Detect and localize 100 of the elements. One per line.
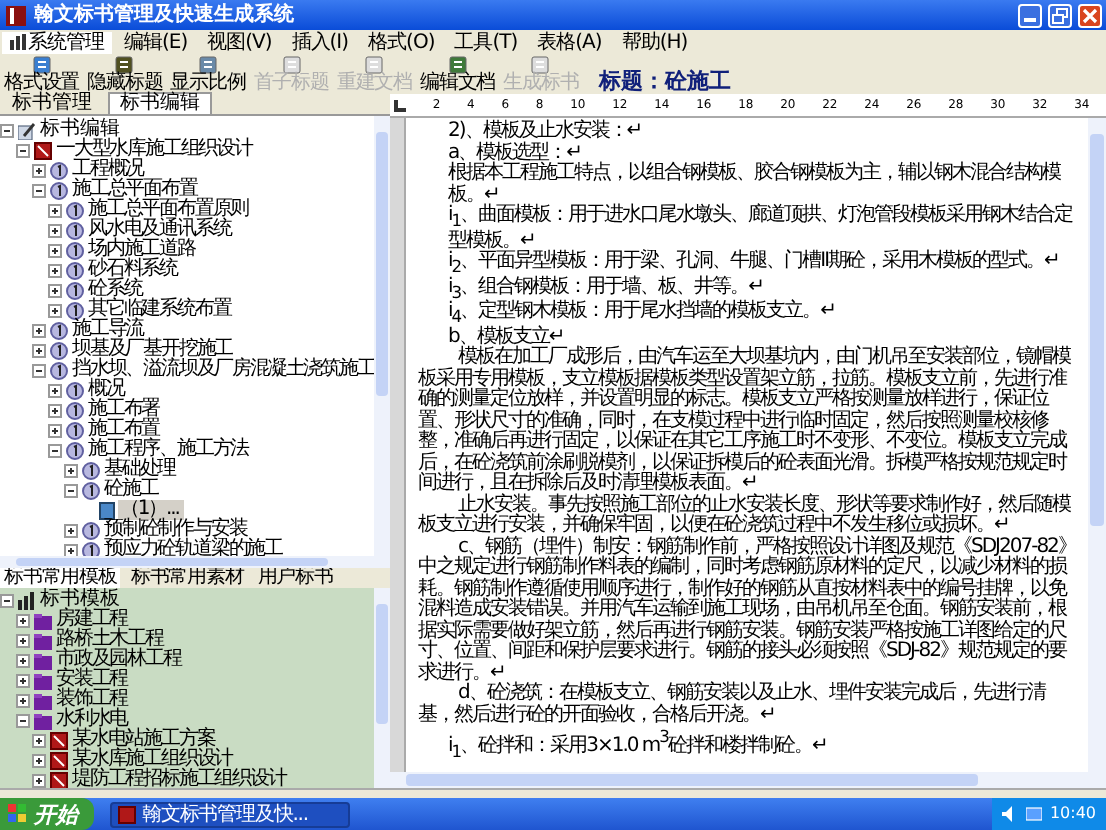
tree-item[interactable]: 路桥土木工程	[54, 630, 169, 650]
tree-item[interactable]: 场内施工道路	[86, 240, 201, 260]
expand-toggle[interactable]	[48, 283, 62, 297]
expand-toggle[interactable]	[32, 343, 46, 357]
numbered-circle-icon	[82, 461, 100, 479]
bar-chart-icon	[10, 34, 26, 50]
book-icon	[4, 3, 28, 27]
menu-item[interactable]: 帮助(H)	[613, 31, 696, 53]
expand-toggle[interactable]	[32, 323, 46, 337]
clock: 10:40	[1049, 804, 1096, 824]
speaker-icon[interactable]	[1001, 806, 1018, 822]
toolbar-button[interactable]: 显示比例	[170, 56, 246, 94]
tree-item[interactable]: 施工布置	[86, 420, 166, 440]
close-button[interactable]	[1078, 3, 1102, 27]
tree-item[interactable]: 基础处理	[102, 460, 182, 480]
tree-item[interactable]: 工程概况	[70, 160, 150, 180]
menu-item[interactable]: 表格(A)	[529, 31, 610, 53]
tree-item[interactable]: 其它临建系统布置	[86, 300, 237, 320]
minimize-button[interactable]	[1018, 3, 1042, 27]
expand-toggle[interactable]	[48, 203, 62, 217]
toolbar-button[interactable]: 编辑文档	[420, 56, 496, 94]
tree-item[interactable]: 坝基及厂基开挖施工	[70, 340, 239, 360]
expand-toggle[interactable]	[64, 543, 78, 556]
expand-toggle[interactable]	[32, 363, 46, 377]
expand-toggle[interactable]	[16, 613, 30, 627]
page-icon	[198, 56, 219, 74]
tree-item[interactable]: 施工布署	[86, 400, 166, 420]
menu-item[interactable]: 工具(T)	[446, 31, 526, 53]
toolbar-button[interactable]: 格式设置	[4, 56, 80, 94]
expand-toggle[interactable]	[64, 523, 78, 537]
expand-toggle[interactable]	[48, 243, 62, 257]
scrollbar[interactable]	[1088, 118, 1106, 772]
numbered-circle-icon	[66, 241, 84, 259]
menu-item[interactable]: 视图(V)	[199, 31, 280, 53]
tree-item[interactable]: 挡水坝、溢流坝及厂房混凝土浇筑施工	[70, 360, 374, 380]
tree-item[interactable]: 某水库施工组织设计	[70, 750, 239, 770]
expand-toggle[interactable]	[64, 463, 78, 477]
expand-toggle[interactable]	[32, 733, 46, 747]
tree-item[interactable]: 某水电站施工方案	[70, 730, 221, 750]
expand-toggle[interactable]	[64, 483, 78, 497]
tree-item[interactable]: 市政及园林工程	[54, 650, 187, 670]
expand-toggle[interactable]	[48, 383, 62, 397]
scrollbar[interactable]	[390, 772, 1106, 788]
paragraph: a、模板选型：↵	[446, 143, 582, 163]
tree-item[interactable]: 安装工程	[54, 670, 134, 690]
tree-item[interactable]: 施工总平面布置	[70, 180, 203, 200]
expand-toggle[interactable]	[16, 713, 30, 727]
page-icon	[530, 56, 551, 74]
toolbar-button[interactable]: 隐藏标题	[87, 56, 163, 94]
tree-item[interactable]: 装饰工程	[54, 690, 134, 710]
expand-toggle[interactable]	[48, 443, 62, 457]
tab-stop-icon[interactable]	[394, 99, 406, 111]
tree-item[interactable]: 房建工程	[54, 610, 134, 630]
menu-item[interactable]: 编辑(E)	[116, 31, 196, 53]
expand-toggle[interactable]	[32, 753, 46, 767]
expand-toggle[interactable]	[48, 423, 62, 437]
panel-tab[interactable]: 标书编辑	[108, 92, 212, 114]
scrollbar[interactable]	[374, 116, 390, 556]
menu-item[interactable]: 系统管理	[2, 31, 112, 53]
start-button[interactable]: 开始	[0, 798, 94, 830]
paragraph: i$_{3}$、组合钢模板：用于墙、板、井等。↵	[446, 277, 763, 301]
tree-item[interactable]: 施工总平面布置原则	[86, 200, 255, 220]
tree-item[interactable]: 砼系统	[86, 280, 148, 300]
tree-item[interactable]: 砂石料系统	[86, 260, 184, 280]
tree-item[interactable]: 概况	[86, 380, 130, 400]
expand-toggle[interactable]	[16, 673, 30, 687]
expand-toggle[interactable]	[32, 183, 46, 197]
panel-tab[interactable]: 标书管理	[0, 92, 104, 114]
restore-button[interactable]	[1048, 3, 1072, 27]
numbered-circle-icon	[66, 381, 84, 399]
expand-toggle[interactable]	[0, 123, 14, 137]
tree-item[interactable]: 预制砼制作与安装	[102, 520, 253, 540]
tree-item[interactable]: 砼施工	[102, 480, 164, 500]
tree-item[interactable]: （1）...	[118, 500, 185, 520]
tree-item[interactable]: 堤防工程招标施工组织设计	[70, 770, 292, 788]
numbered-circle-icon	[66, 281, 84, 299]
expand-toggle[interactable]	[16, 143, 30, 157]
menu-item[interactable]: 格式(O)	[360, 31, 443, 53]
tree-item[interactable]: 施工程序、施工方法	[86, 440, 255, 460]
taskbar-button[interactable]: 翰文标书管理及快...	[110, 801, 350, 827]
expand-toggle[interactable]	[48, 303, 62, 317]
tree-item[interactable]: 水利水电	[54, 710, 134, 730]
tree-item[interactable]: 风水电及通讯系统	[86, 220, 237, 240]
tree-item[interactable]: 一大型水库施工组织设计	[54, 140, 258, 160]
expand-toggle[interactable]	[48, 403, 62, 417]
expand-toggle[interactable]	[16, 693, 30, 707]
expand-toggle[interactable]	[48, 263, 62, 277]
folder-icon	[34, 691, 52, 709]
expand-toggle[interactable]	[0, 593, 14, 607]
expand-toggle[interactable]	[32, 163, 46, 177]
expand-toggle[interactable]	[32, 773, 46, 787]
expand-toggle[interactable]	[48, 223, 62, 237]
tree-item[interactable]: 标书模板	[38, 590, 126, 610]
scrollbar[interactable]	[374, 588, 390, 788]
tree-item[interactable]: 施工导流	[70, 320, 150, 340]
tree-item[interactable]: 标书编辑	[38, 120, 126, 140]
scrollbar[interactable]	[0, 556, 390, 568]
expand-toggle[interactable]	[16, 633, 30, 647]
expand-toggle[interactable]	[16, 653, 30, 667]
menu-item[interactable]: 插入(I)	[283, 31, 357, 53]
